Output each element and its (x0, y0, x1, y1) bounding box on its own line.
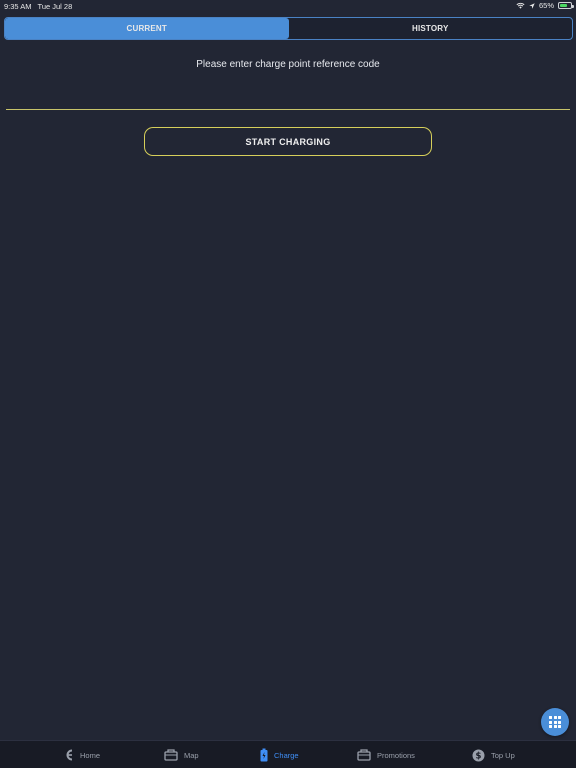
location-arrow-icon (529, 2, 535, 9)
grid-icon (549, 716, 561, 728)
charge-prompt: Please enter charge point reference code (196, 59, 380, 70)
status-time: 9:35 AM (4, 2, 32, 11)
tab-map[interactable]: Map (164, 741, 199, 768)
tab-charge[interactable]: Charge (260, 741, 299, 768)
tab-current-label: CURRENT (126, 24, 167, 33)
tab-map-label: Map (184, 750, 199, 760)
dollar-icon: $ (472, 749, 485, 761)
status-right: 65% (516, 1, 574, 10)
bottom-tab-bar: Home Map Charge Promotions $ Top Up (0, 740, 576, 768)
wifi-icon (516, 2, 525, 9)
home-logo-icon (66, 749, 73, 761)
tab-promotions[interactable]: Promotions (357, 741, 415, 768)
tab-history[interactable]: HISTORY (289, 18, 573, 39)
start-charging-button[interactable]: START CHARGING (144, 127, 432, 156)
tab-promotions-label: Promotions (377, 750, 415, 760)
menu-grid-button[interactable] (541, 708, 569, 736)
tab-home-label: Home (80, 750, 101, 760)
charge-point-code-input[interactable] (6, 82, 570, 110)
status-left: 9:35 AM Tue Jul 28 (4, 2, 72, 11)
tab-current[interactable]: CURRENT (5, 18, 289, 39)
tab-history-label: HISTORY (411, 24, 449, 33)
battery-percent: 65% (538, 1, 554, 10)
status-bar: 9:35 AM Tue Jul 28 65% (0, 0, 576, 12)
svg-text:$: $ (476, 751, 482, 761)
start-charging-label: START CHARGING (245, 136, 331, 147)
battery-icon (558, 2, 574, 9)
tab-home[interactable]: Home (64, 741, 100, 768)
segmented-control: CURRENT HISTORY (4, 17, 573, 40)
battery-charge-icon (260, 748, 268, 762)
status-date: Tue Jul 28 (37, 2, 73, 11)
promotions-icon (357, 749, 371, 761)
battery-level (560, 4, 567, 7)
map-icon (164, 749, 178, 761)
tab-top-up[interactable]: $ Top Up (472, 741, 515, 768)
tab-charge-label: Charge (274, 750, 299, 760)
tab-top-up-label: Top Up (491, 750, 515, 760)
